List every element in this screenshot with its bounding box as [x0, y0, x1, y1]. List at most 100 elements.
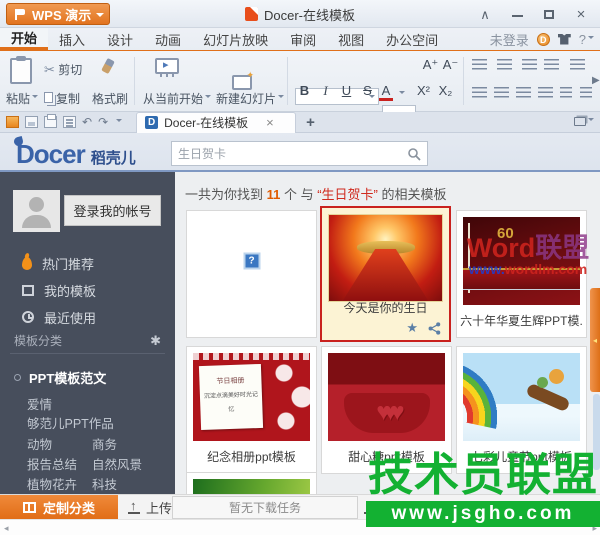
from-current-icon[interactable]	[155, 58, 179, 74]
grid-icon	[23, 502, 36, 513]
vertical-scrollbar[interactable]	[593, 394, 600, 470]
sidebar-item-hot[interactable]: 热门推荐	[0, 250, 175, 276]
tab-docer-online-templates[interactable]: D Docer-在线模板 ×	[136, 112, 296, 133]
category-animal[interactable]: 动物	[27, 434, 52, 453]
text-direction-icon[interactable]	[570, 59, 585, 70]
quick-access-caret-icon[interactable]	[116, 119, 122, 125]
sidebar-item-my-templates[interactable]: 我的模板	[0, 277, 175, 303]
minimize-icon[interactable]	[508, 7, 526, 22]
new-tab-button[interactable]: +	[306, 114, 315, 131]
horizontal-scrollbar[interactable]: ◂ ▸	[0, 519, 600, 535]
sidebar-item-recent[interactable]: 最近使用	[0, 304, 175, 330]
ribbon-tab-bar: 开始 插入 设计 动画 幻灯片放映 审阅 视图 办公空间 未登录 D ?	[0, 28, 600, 51]
template-card-loading[interactable]: ?	[186, 210, 317, 338]
font-color-caret-icon[interactable]	[399, 91, 405, 97]
custom-category-button[interactable]: 定制分类	[0, 495, 118, 520]
increase-indent-icon[interactable]	[544, 59, 559, 70]
skin-icon[interactable]	[558, 34, 571, 45]
scroll-left-icon[interactable]: ◂	[4, 523, 9, 534]
new-slide-icon[interactable]	[232, 75, 252, 90]
category-business[interactable]: 商务	[92, 434, 117, 453]
undo-icon[interactable]: ↶	[82, 116, 92, 128]
save-icon[interactable]	[25, 116, 38, 128]
share-icon[interactable]	[428, 322, 441, 335]
underline-button[interactable]: U	[337, 83, 356, 98]
copy-icon	[44, 92, 53, 103]
docer-tab-icon: D	[145, 116, 158, 129]
from-current-button[interactable]: 从当前开始	[143, 90, 211, 107]
format-painter-button[interactable]: 格式刷	[92, 90, 128, 107]
align-left-icon[interactable]	[472, 87, 487, 98]
font-color-button[interactable]: A	[379, 83, 393, 101]
result-keyword: “生日贺卡”	[317, 187, 378, 202]
category-report[interactable]: 报告总结	[27, 454, 77, 473]
docer-icon[interactable]: D	[537, 33, 550, 46]
template-card-rainbow[interactable]: 七彩儿童节ppt模板	[456, 346, 587, 474]
print-icon[interactable]	[44, 116, 57, 128]
new-slide-button[interactable]: 新建幻灯片	[216, 90, 284, 107]
template-card-album[interactable]: 节日相册沉淀点滴美好时光记忆 纪念相册ppt模板	[186, 346, 317, 474]
category-nature[interactable]: 自然风景	[92, 454, 142, 473]
tab-insert[interactable]: 插入	[48, 28, 96, 50]
subscript-button[interactable]: X₂	[436, 83, 455, 98]
tab-slideshow[interactable]: 幻灯片放映	[192, 28, 279, 50]
italic-button[interactable]: I	[316, 83, 335, 99]
help-icon[interactable]: ?	[579, 32, 594, 47]
template-card-birthday-selected[interactable]: 今天是你的生日 ★	[320, 206, 451, 342]
template-card-partial[interactable]	[186, 472, 317, 494]
print-preview-icon[interactable]	[63, 116, 76, 128]
distribute-icon[interactable]	[560, 87, 572, 98]
star-icon[interactable]: ★	[406, 320, 418, 336]
tab-design[interactable]: 设计	[96, 28, 144, 50]
numbered-list-icon[interactable]	[497, 59, 512, 70]
cut-button[interactable]: ✂ 剪切	[44, 61, 82, 78]
line-spacing-icon[interactable]	[580, 87, 592, 98]
redo-icon[interactable]: ↷	[98, 116, 108, 128]
align-right-icon[interactable]	[516, 87, 531, 98]
search-icon[interactable]	[407, 147, 421, 161]
paste-icon[interactable]	[10, 58, 32, 84]
category-ppt-root[interactable]: PPT模板范文	[14, 368, 106, 387]
strikethrough-button[interactable]: S	[358, 83, 377, 98]
justify-icon[interactable]	[538, 87, 553, 98]
sidebar-item-label: 我的模板	[44, 281, 96, 300]
tab-home[interactable]: 开始	[0, 28, 48, 50]
shrink-font-button[interactable]: A⁻	[441, 57, 460, 73]
search-input[interactable]	[178, 147, 401, 161]
ribbon-overflow-icon[interactable]: ▶	[592, 75, 600, 86]
template-title: 六十年华夏生辉PPT模.	[457, 312, 586, 329]
side-panel-handle[interactable]: ◂	[590, 288, 600, 392]
grow-font-button[interactable]: A⁺	[421, 57, 440, 73]
tab-animation[interactable]: 动画	[144, 28, 192, 50]
decrease-indent-icon[interactable]	[522, 59, 537, 70]
template-thumbnail	[328, 214, 443, 302]
scissors-icon: ✂	[44, 62, 55, 77]
align-center-icon[interactable]	[494, 87, 509, 98]
tab-list-icon[interactable]	[574, 115, 594, 129]
tab-office-space[interactable]: 办公空间	[375, 28, 449, 50]
gear-icon[interactable]: ✱	[150, 333, 161, 349]
bullet-list-icon[interactable]	[472, 59, 487, 70]
category-love[interactable]: 爱情	[27, 394, 52, 413]
tab-close-icon[interactable]: ×	[266, 115, 274, 130]
close-icon[interactable]: ×	[572, 6, 590, 23]
new-file-icon[interactable]	[6, 116, 19, 128]
tab-review[interactable]: 审阅	[279, 28, 327, 50]
tab-view[interactable]: 视图	[327, 28, 375, 50]
paste-button[interactable]: 粘贴	[6, 90, 38, 107]
scroll-right-icon[interactable]: ▸	[592, 523, 597, 534]
template-card-60th[interactable]: 60 六十年华夏生辉PPT模.	[456, 210, 587, 338]
login-button[interactable]: 登录我的帐号	[64, 195, 161, 226]
download-manager-button[interactable]: 下载管理	[364, 495, 429, 520]
maximize-icon[interactable]	[540, 7, 558, 22]
bold-button[interactable]: B	[295, 83, 314, 98]
template-card-candy[interactable]: ♥♥♥ 甜心糖ppt模板	[321, 346, 452, 474]
superscript-button[interactable]: X²	[414, 83, 433, 98]
wps-menu-button[interactable]: WPS 演示	[6, 3, 110, 25]
category-goufaner[interactable]: 够范儿PPT作品	[27, 413, 114, 432]
login-status[interactable]: 未登录	[490, 30, 529, 49]
copy-button[interactable]: 复制	[44, 90, 80, 107]
title-bar: WPS 演示 Docer-在线模板 ∧ ×	[0, 0, 600, 28]
format-painter-icon[interactable]	[104, 59, 112, 76]
collapse-ribbon-icon[interactable]: ∧	[476, 7, 494, 23]
